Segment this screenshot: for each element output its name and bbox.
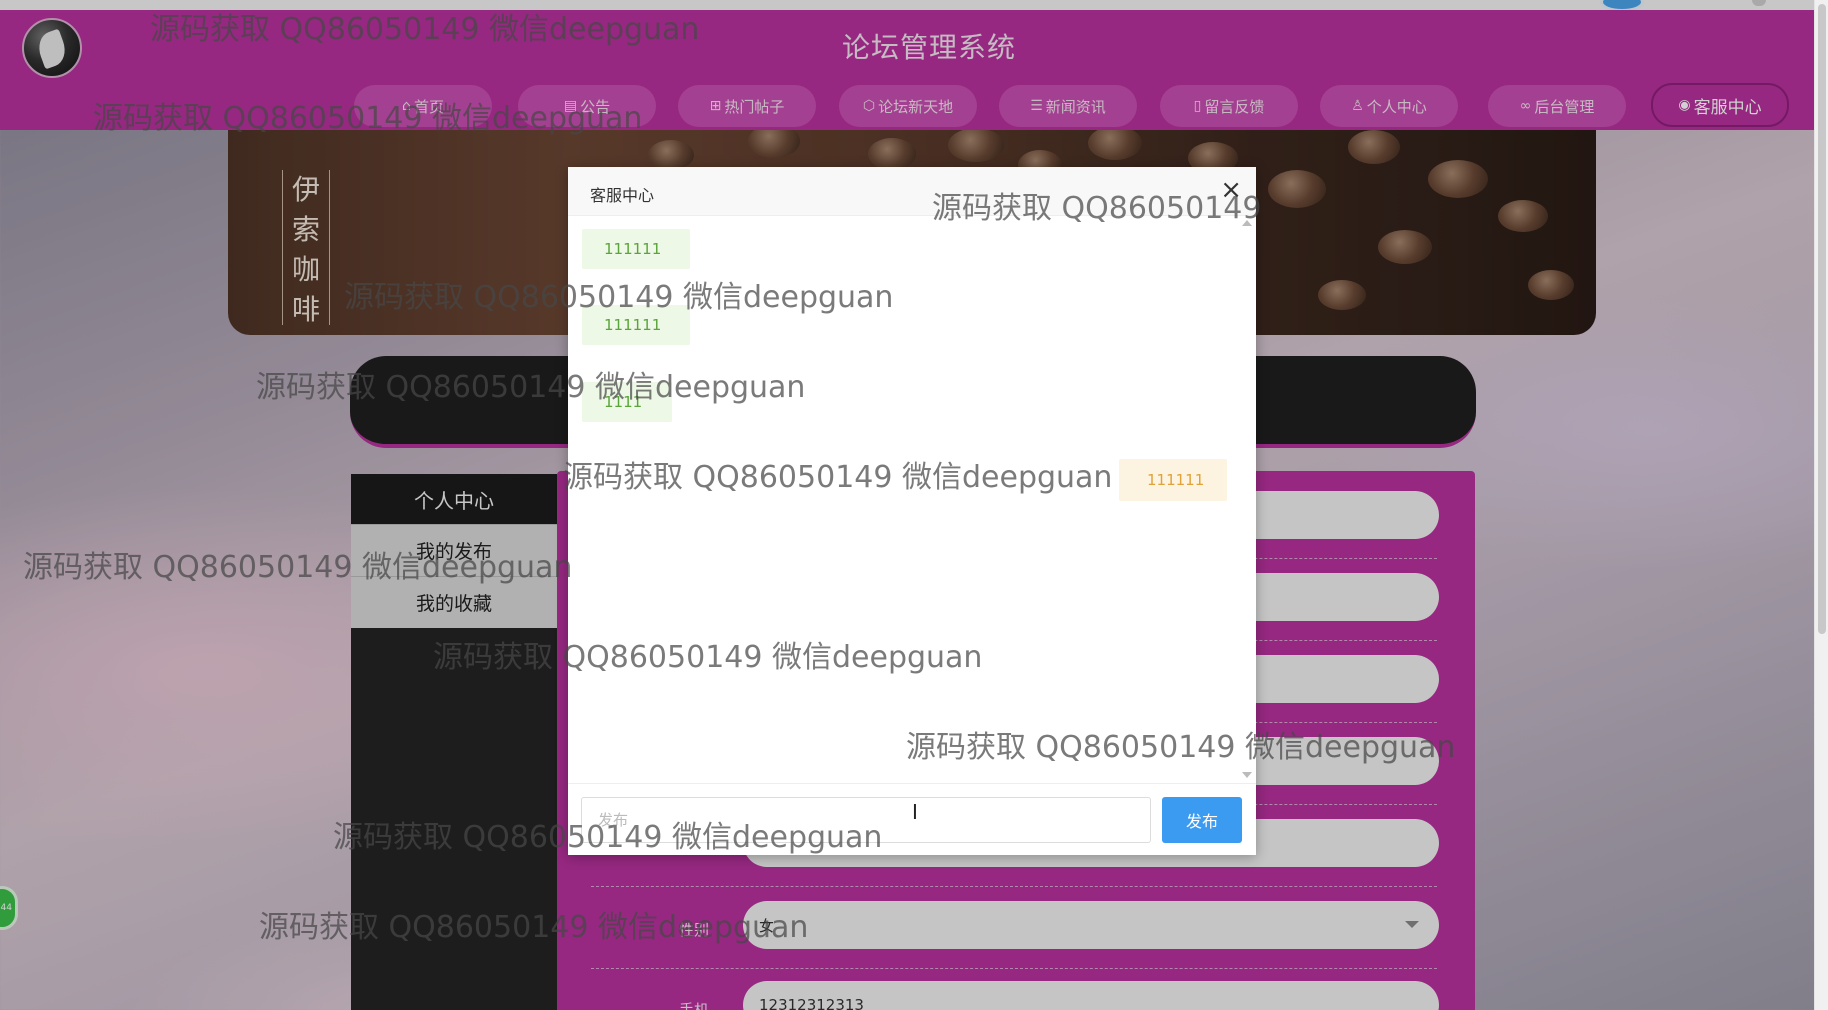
watermark: 源码获取 QQ86050149 微信deepguan xyxy=(259,910,809,945)
watermark: 源码获取 QQ86050149 微信deepguan xyxy=(23,550,573,585)
watermark: 源码获取 QQ86050149 微信deepguan xyxy=(150,12,700,47)
dialog-title: 客服中心 xyxy=(590,186,655,205)
scroll-down-icon[interactable] xyxy=(1242,772,1252,778)
watermark: 源码获取 QQ86050149 微信deepguan xyxy=(256,370,806,405)
send-button[interactable]: 发布 xyxy=(1162,797,1242,843)
watermark: 源码获取 QQ86050149 微信deepguan xyxy=(344,280,894,315)
chat-message-service: 111111 xyxy=(1119,459,1227,501)
watermark: 源码获取 QQ86050149 微信deepguan xyxy=(433,640,983,675)
chat-scrollbar[interactable] xyxy=(1240,220,1252,778)
watermark: 源码获取 QQ86050149 微信deepguan xyxy=(906,730,1456,765)
watermark: 源码获取 QQ86050149 xyxy=(932,191,1262,226)
watermark: 源码获取 QQ86050149 微信deepguan xyxy=(93,101,643,136)
watermark: 源码获取 QQ86050149 微信deepguan xyxy=(563,460,1113,495)
chat-message-user: 111111 xyxy=(582,229,690,269)
page-scrollbar[interactable] xyxy=(1814,0,1828,1010)
text-cursor-icon: I xyxy=(912,800,918,824)
watermark: 源码获取 QQ86050149 微信deepguan xyxy=(333,820,883,855)
page-scrollbar-thumb[interactable] xyxy=(1818,4,1826,634)
